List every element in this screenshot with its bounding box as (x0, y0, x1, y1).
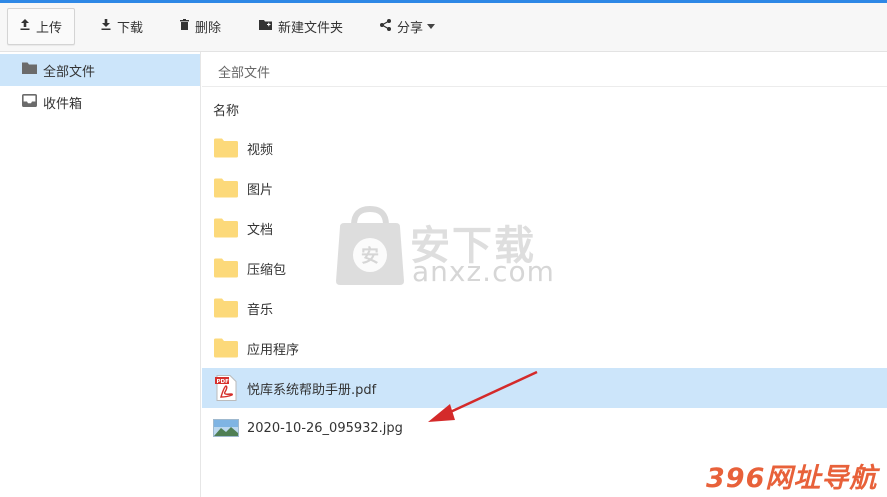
file-name: 悦库系统帮助手册.pdf (247, 382, 377, 398)
corner-watermark: 396网址导航 (706, 463, 878, 494)
share-button[interactable]: 分享 (367, 8, 448, 45)
share-icon (380, 18, 391, 35)
svg-text:安: 安 (361, 245, 379, 267)
upload-label: 上传 (36, 21, 63, 36)
share-label: 分享 (397, 21, 424, 36)
upload-icon (20, 19, 30, 34)
delete-label: 删除 (195, 21, 222, 36)
folder-icon (213, 216, 239, 240)
file-name: 2020-10-26_095932.jpg (247, 420, 403, 436)
sidebar-item-label: 收件箱 (43, 96, 83, 112)
inbox-icon (22, 93, 37, 111)
watermark-domain: anxz.com (412, 255, 555, 288)
list-item[interactable]: 图片 (202, 168, 887, 208)
list-item[interactable]: 应用程序 (202, 328, 887, 368)
file-name: 应用程序 (247, 342, 300, 358)
new-folder-label: 新建文件夹 (278, 21, 344, 36)
folder-icon (213, 296, 239, 320)
image-file-icon (213, 416, 239, 440)
svg-text:PDF: PDF (217, 379, 230, 385)
list-item[interactable]: PDF 悦库系统帮助手册.pdf (202, 368, 887, 408)
file-name: 音乐 (247, 302, 274, 318)
new-folder-button[interactable]: 新建文件夹 (246, 8, 356, 45)
toolbar: 上传 下载 删除 新建文件夹 分享 (0, 3, 887, 52)
trash-icon (180, 19, 189, 34)
pdf-file-icon: PDF (213, 375, 239, 401)
folder-icon (213, 176, 239, 200)
folder-icon (213, 136, 239, 160)
sidebar-item-label: 全部文件 (43, 64, 96, 80)
delete-button[interactable]: 删除 (167, 8, 234, 45)
watermark-logo: 安 安下载 anxz.com (334, 205, 554, 290)
column-header-name[interactable]: 名称 (213, 100, 239, 119)
folder-icon (213, 256, 239, 280)
breadcrumb[interactable]: 全部文件 (218, 62, 270, 81)
new-folder-icon (259, 19, 272, 34)
sidebar-item-all-files[interactable]: 全部文件 (0, 54, 200, 86)
sidebar: 全部文件 收件箱 (0, 52, 201, 497)
chevron-down-icon (427, 24, 436, 29)
list-item[interactable]: 视频 (202, 128, 887, 168)
file-name: 视频 (247, 142, 274, 158)
shopping-bag-icon: 安 (336, 205, 404, 285)
sidebar-item-inbox[interactable]: 收件箱 (0, 86, 200, 118)
download-button[interactable]: 下载 (88, 8, 156, 45)
file-name: 文档 (247, 222, 274, 238)
file-name: 图片 (247, 182, 274, 198)
folder-icon (22, 62, 37, 78)
file-name: 压缩包 (247, 262, 287, 278)
download-label: 下载 (117, 21, 144, 36)
list-item[interactable]: 音乐 (202, 288, 887, 328)
divider (202, 86, 887, 87)
list-item[interactable]: 2020-10-26_095932.jpg (202, 408, 887, 448)
folder-icon (213, 336, 239, 360)
upload-button[interactable]: 上传 (7, 8, 76, 45)
download-icon (101, 19, 111, 34)
